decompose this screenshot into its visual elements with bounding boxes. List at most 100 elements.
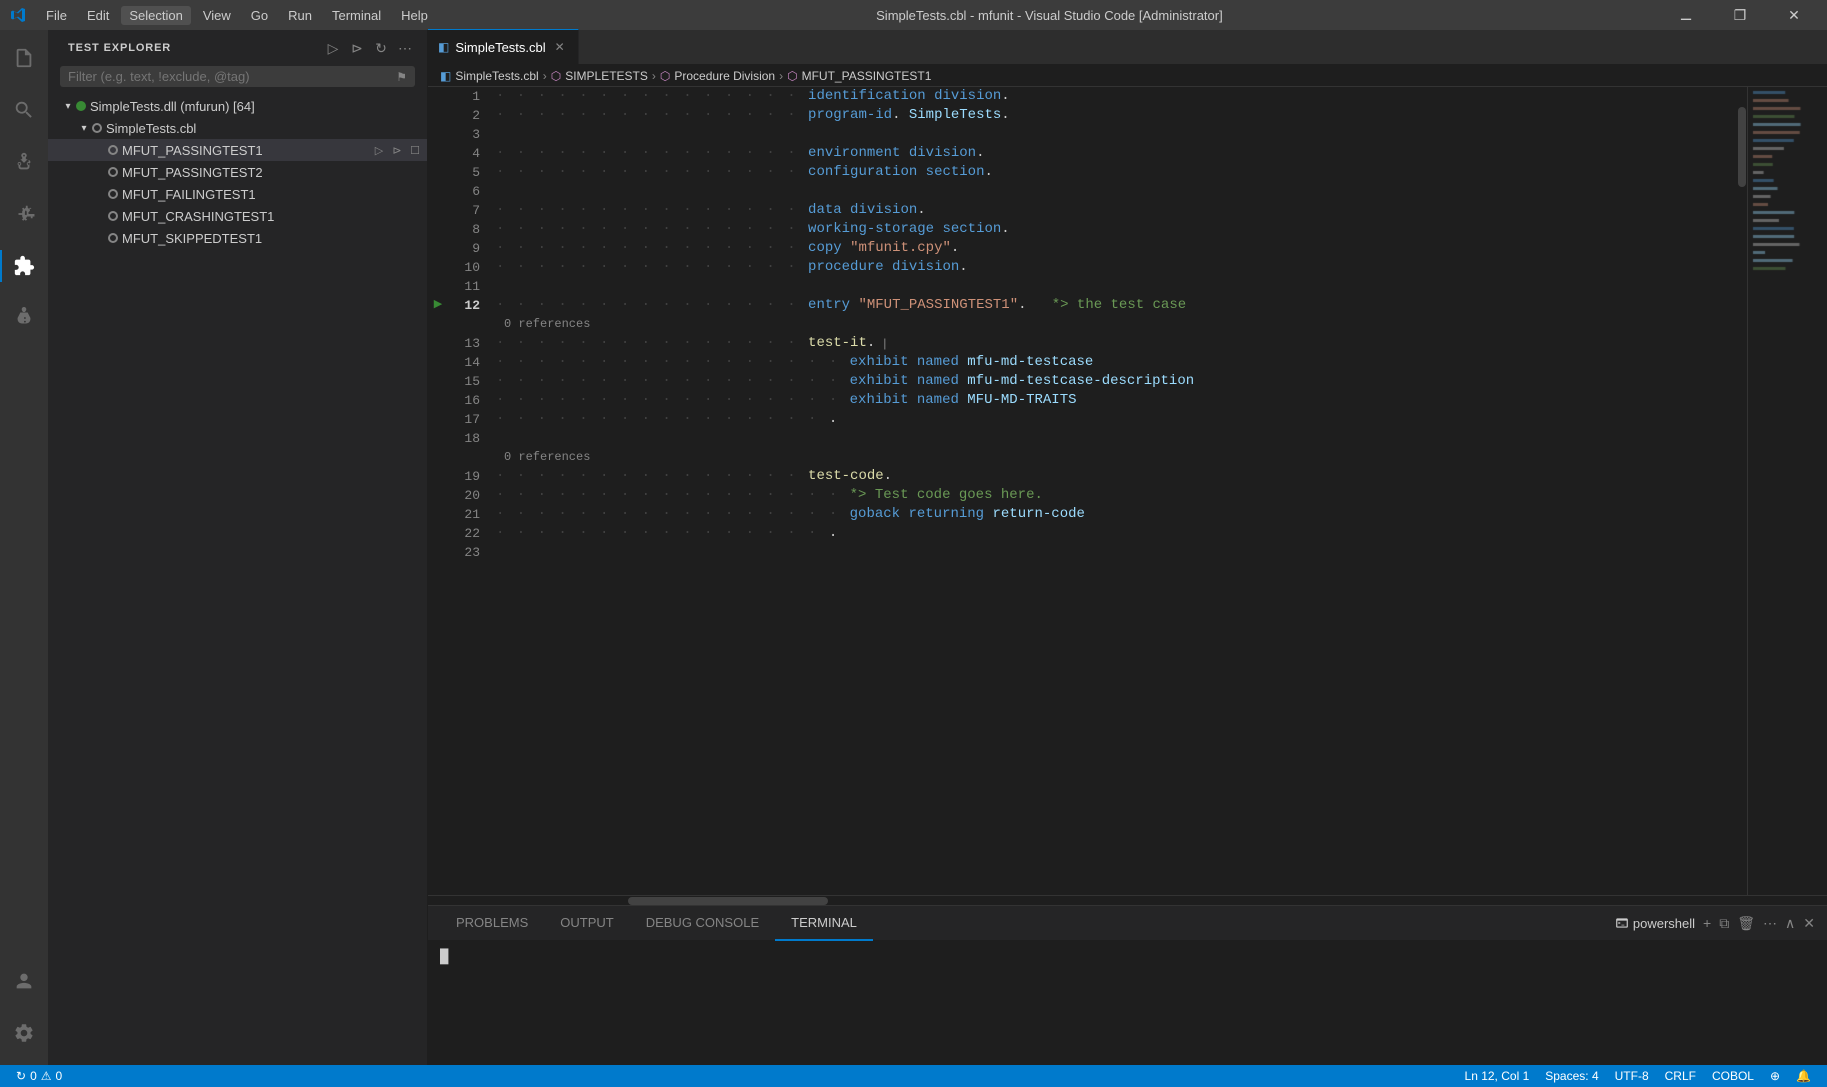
breadcrumb-icon-div: ⬡ (660, 69, 670, 83)
panel-tab-debug-console[interactable]: DEBUG CONSOLE (630, 906, 775, 941)
panel-maximize-button[interactable]: ∧ (1785, 915, 1795, 932)
close-button[interactable]: ✕ (1771, 0, 1817, 30)
chevron-icon (60, 98, 76, 114)
line-numbers: 1 2 3 4 5 6 7 8 9 10 11 12 13 14 15 16 (448, 87, 488, 895)
activity-explorer-icon[interactable] (0, 34, 48, 82)
menu-run[interactable]: Run (280, 6, 320, 25)
more-actions-button[interactable]: ⋯ (395, 38, 415, 58)
panel-tab-bar: PROBLEMS OUTPUT DEBUG CONSOLE TERMINAL p… (428, 906, 1827, 941)
tree-item-test-passingtest1[interactable]: MFUT_PASSINGTEST1 ▷ ⊳ ☐ (48, 139, 427, 161)
status-encoding[interactable]: UTF-8 (1607, 1065, 1657, 1087)
title-bar-controls: ⚊ ❐ ✕ (1663, 0, 1817, 30)
panel-tab-problems[interactable]: PROBLEMS (440, 906, 544, 941)
status-position[interactable]: Ln 12, Col 1 (1457, 1065, 1538, 1087)
breadcrumb-sep-3: › (779, 69, 783, 83)
filter-bar: ⚑ (60, 66, 415, 87)
code-line-17: · · · · · · · · · · · · · · · · . (496, 410, 1737, 429)
terminal-content[interactable]: █ (428, 941, 1827, 1065)
minimize-button[interactable]: ⚊ (1663, 0, 1709, 30)
code-line-6 (496, 182, 1737, 201)
menu-selection[interactable]: Selection (121, 6, 190, 25)
menu-go[interactable]: Go (243, 6, 276, 25)
panel-tab-terminal[interactable]: TERMINAL (775, 906, 873, 941)
code-line-19: · · · · · · · · · · · · · · · test-code. (496, 467, 1737, 486)
menu-edit[interactable]: Edit (79, 6, 117, 25)
tree-item-test-skippedtest1[interactable]: MFUT_SKIPPEDTEST1 (48, 227, 427, 249)
filter-icon: ⚑ (396, 70, 407, 84)
code-line-9: · · · · · · · · · · · · · · · copy "mfun… (496, 239, 1737, 258)
code-line-16: · · · · · · · · · · · · · · · · · exhibi… (496, 391, 1737, 410)
code-refs-2: 0 references (496, 448, 1737, 467)
status-eol[interactable]: CRLF (1657, 1065, 1704, 1087)
tree-item-label: MFUT_PASSINGTEST2 (122, 165, 423, 180)
maximize-button[interactable]: ❐ (1717, 0, 1763, 30)
code-line-20: · · · · · · · · · · · · · · · · · *> Tes… (496, 486, 1737, 505)
code-editor[interactable]: ▶ 1 2 (428, 87, 1827, 895)
terminal-prompt: █ (440, 949, 1815, 965)
code-line-5: · · · · · · · · · · · · · · · configurat… (496, 163, 1737, 182)
editor-scrollbar[interactable] (1737, 87, 1747, 895)
breadcrumb-item-div[interactable]: Procedure Division (674, 69, 775, 83)
breadcrumb-item-ns[interactable]: SIMPLETESTS (565, 69, 648, 83)
editor-area: ◧ SimpleTests.cbl ✕ ◧ SimpleTests.cbl › … (428, 30, 1827, 1065)
horizontal-scrollbar[interactable] (428, 895, 1827, 905)
run-tests-button[interactable]: ▷ (323, 38, 343, 58)
panel-actions: powershell + ⧉ 🗑 ⋯ ∧ ✕ (1615, 915, 1815, 932)
menu-help[interactable]: Help (393, 6, 436, 25)
open-file-icon[interactable]: ☐ (407, 142, 423, 158)
activity-run-debug-icon[interactable] (0, 190, 48, 238)
test-status-icon (92, 123, 102, 133)
menu-file[interactable]: File (38, 6, 75, 25)
panel-tab-output[interactable]: OUTPUT (544, 906, 629, 941)
tree-item-file[interactable]: SimpleTests.cbl (48, 117, 427, 139)
status-feedback[interactable]: ⊕ (1762, 1065, 1788, 1087)
activity-search-icon[interactable] (0, 86, 48, 134)
filter-input[interactable] (68, 69, 390, 84)
kill-terminal-button[interactable]: 🗑 (1737, 915, 1755, 932)
debug-tests-button[interactable]: ⊳ (347, 38, 367, 58)
code-line-23 (496, 543, 1737, 562)
tree-item-actions: ▷ ⊳ ☐ (371, 142, 423, 158)
menu-view[interactable]: View (195, 6, 239, 25)
breadcrumb-icon-fn: ⬡ (787, 69, 797, 83)
activity-settings-icon[interactable] (0, 1009, 48, 1057)
tree-item-label: MFUT_FAILINGTEST1 (122, 187, 423, 202)
debug-test-icon[interactable]: ⊳ (389, 142, 405, 158)
breadcrumb-icon-ns: ⬡ (551, 69, 561, 83)
code-line-1: · · · · · · · · · · · · · · · identifica… (496, 87, 1737, 106)
code-line-22: · · · · · · · · · · · · · · · · . (496, 524, 1737, 543)
tab-close-button[interactable]: ✕ (552, 39, 568, 55)
editor-tab-simpletests[interactable]: ◧ SimpleTests.cbl ✕ (428, 29, 579, 64)
menu-terminal[interactable]: Terminal (324, 6, 389, 25)
status-spaces[interactable]: Spaces: 4 (1537, 1065, 1606, 1087)
tree-item-dll[interactable]: SimpleTests.dll (mfurun) [64] (48, 95, 427, 117)
code-content[interactable]: · · · · · · · · · · · · · · · identifica… (488, 87, 1737, 895)
more-panel-actions-button[interactable]: ⋯ (1763, 915, 1777, 932)
code-line-12: · · · · · · · · · · · · · · · entry "MFU… (496, 296, 1737, 315)
refresh-tests-button[interactable]: ↻ (371, 38, 391, 58)
run-test-icon[interactable]: ▷ (371, 142, 387, 158)
activity-account-icon[interactable] (0, 957, 48, 1005)
breadcrumb-item-file[interactable]: SimpleTests.cbl (455, 69, 538, 83)
menu-bar: File Edit Selection View Go Run Terminal… (38, 6, 436, 25)
code-line-10: · · · · · · · · · · · · · · · procedure … (496, 258, 1737, 277)
panel: PROBLEMS OUTPUT DEBUG CONSOLE TERMINAL p… (428, 905, 1827, 1065)
breadcrumb-item-fn[interactable]: MFUT_PASSINGTEST1 (802, 69, 932, 83)
activity-test-icon[interactable] (0, 294, 48, 342)
activity-extensions-icon[interactable] (0, 242, 48, 290)
split-terminal-button[interactable]: ⧉ (1719, 915, 1729, 932)
tree-item-test-passingtest2[interactable]: MFUT_PASSINGTEST2 (48, 161, 427, 183)
code-line-18 (496, 429, 1737, 448)
test-status-icon (76, 101, 86, 111)
run-test-arrow-12[interactable]: ▶ (430, 296, 446, 315)
activity-source-control-icon[interactable] (0, 138, 48, 186)
panel-close-button[interactable]: ✕ (1803, 915, 1815, 932)
code-line-14: · · · · · · · · · · · · · · · · · exhibi… (496, 353, 1737, 372)
main-layout: TEST EXPLORER ▷ ⊳ ↻ ⋯ ⚑ SimpleTests.dll … (0, 30, 1827, 1065)
new-terminal-button[interactable]: + (1703, 915, 1711, 931)
status-notification[interactable]: 🔔 (1788, 1065, 1819, 1087)
tree-item-test-crashingtest1[interactable]: MFUT_CRASHINGTEST1 (48, 205, 427, 227)
status-sync-item[interactable]: ↻ 0 ⚠ 0 (8, 1065, 70, 1087)
tree-item-test-failingtest1[interactable]: MFUT_FAILINGTEST1 (48, 183, 427, 205)
status-language[interactable]: COBOL (1704, 1065, 1762, 1087)
